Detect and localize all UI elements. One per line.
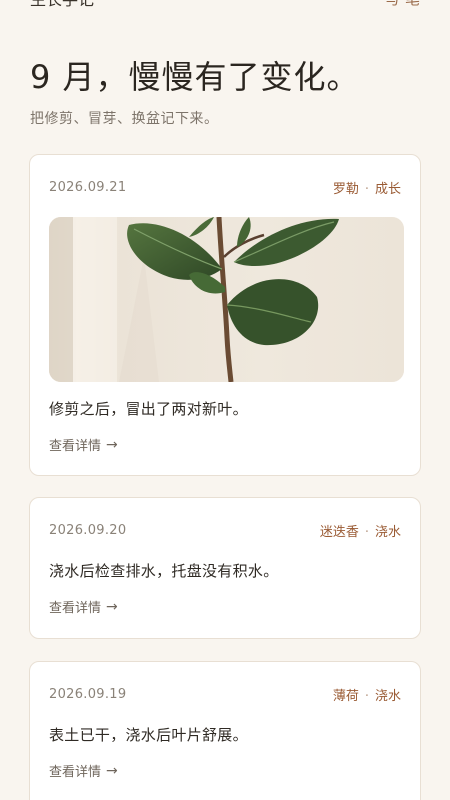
plant-photo[interactable]	[49, 217, 404, 382]
tag-separator: ·	[364, 688, 369, 704]
entry-tag: 迷迭香 · 浇水	[320, 521, 401, 540]
journal-entry-card[interactable]: 2026.09.21 罗勒 · 成长 修剪之后，冒出了两对新叶。 查看详情 →	[29, 154, 421, 476]
entry-tag: 罗勒 · 成长	[333, 178, 401, 197]
view-details-link[interactable]: 查看详情 →	[49, 435, 118, 455]
entry-text: 表土已干，浇水后叶片舒展。	[49, 726, 248, 744]
plant-name: 薄荷	[332, 688, 359, 704]
arrow-right-icon: →	[106, 598, 118, 615]
entry-category: 浇水	[374, 524, 401, 540]
entry-header: 2026.09.20 迷迭香 · 浇水	[49, 520, 401, 540]
app-title: 生长手记	[30, 0, 94, 10]
plant-name: 罗勒	[332, 181, 359, 197]
entry-date: 2026.09.21	[49, 179, 127, 195]
tag-separator: ·	[364, 181, 369, 197]
entry-text: 修剪之后，冒出了两对新叶。	[49, 400, 248, 418]
view-details-label: 查看详情	[49, 601, 102, 616]
view-details-link[interactable]: 查看详情 →	[49, 597, 118, 617]
entry-category: 浇水	[374, 688, 401, 704]
write-note-button[interactable]: 写 笔	[385, 0, 420, 9]
entry-header: 2026.09.19 薄荷 · 浇水	[49, 684, 401, 704]
entry-date: 2026.09.20	[49, 522, 127, 538]
arrow-right-icon: →	[106, 436, 118, 453]
arrow-right-icon: →	[106, 762, 118, 779]
fiddle-leaf-plant-image	[49, 217, 404, 382]
page-subtitle: 把修剪、冒芽、换盆记下来。	[30, 111, 219, 127]
view-details-label: 查看详情	[49, 439, 102, 454]
entry-text: 浇水后检查排水，托盘没有积水。	[49, 562, 279, 580]
entry-header: 2026.09.21 罗勒 · 成长	[49, 177, 401, 197]
top-header: 生长手记 写 笔	[0, 0, 450, 10]
journal-page: 生长手记 写 笔 9 月，慢慢有了变化。 把修剪、冒芽、换盆记下来。 2026.…	[0, 0, 450, 800]
journal-entry-card[interactable]: 2026.09.20 迷迭香 · 浇水 浇水后检查排水，托盘没有积水。 查看详情 →	[29, 497, 421, 639]
page-title: 9 月，慢慢有了变化。	[30, 58, 360, 96]
entry-tag: 薄荷 · 浇水	[333, 685, 401, 704]
plant-name: 迷迭香	[319, 524, 359, 540]
tag-separator: ·	[364, 524, 369, 540]
entry-category: 成长	[374, 181, 401, 197]
journal-entry-card[interactable]: 2026.09.19 薄荷 · 浇水 表土已干，浇水后叶片舒展。 查看详情 →	[29, 661, 421, 800]
entry-date: 2026.09.19	[49, 686, 127, 702]
view-details-label: 查看详情	[49, 765, 102, 780]
view-details-link[interactable]: 查看详情 →	[49, 761, 118, 781]
